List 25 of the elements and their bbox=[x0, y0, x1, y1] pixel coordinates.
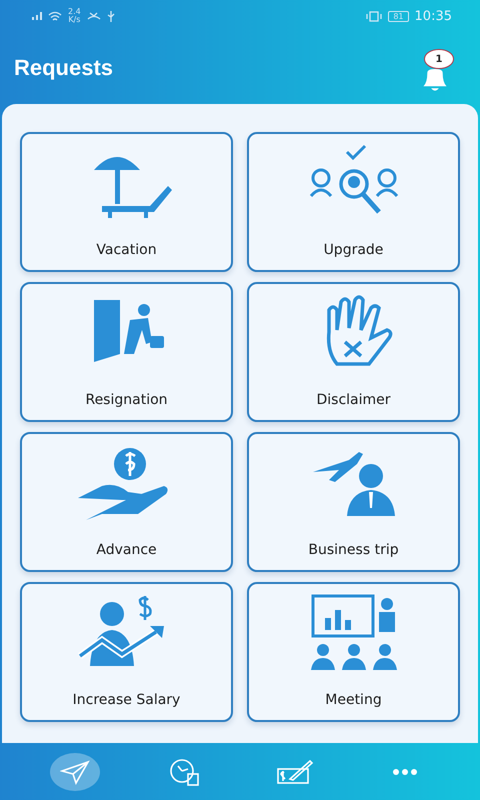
usb-icon bbox=[106, 10, 115, 22]
request-card[interactable]: Vacation bbox=[20, 132, 233, 272]
wifi-icon bbox=[48, 10, 62, 22]
request-card[interactable]: Upgrade bbox=[247, 132, 460, 272]
request-card[interactable]: Resignation bbox=[20, 282, 233, 422]
status-time: 10:35 bbox=[414, 8, 452, 24]
request-card[interactable]: Disclaimer bbox=[247, 282, 460, 422]
request-card[interactable]: Advance bbox=[20, 432, 233, 572]
missed-call-icon bbox=[86, 11, 101, 21]
battery-level: 81 bbox=[388, 10, 409, 22]
signal-icon bbox=[32, 12, 42, 20]
more-icon bbox=[392, 768, 418, 776]
network-speed-unit: K/s bbox=[68, 16, 80, 24]
notification-badge: 1 bbox=[424, 49, 454, 69]
bell-icon[interactable] bbox=[423, 69, 447, 93]
request-card[interactable]: Increase Salary bbox=[20, 582, 233, 722]
request-card[interactable]: Meeting bbox=[247, 582, 460, 722]
clock-calculator-icon bbox=[168, 758, 202, 786]
page-title: Requests bbox=[14, 55, 114, 81]
paper-plane-icon bbox=[60, 758, 90, 784]
network-speed: 2.4 bbox=[68, 8, 81, 16]
vibrate-icon bbox=[366, 10, 382, 22]
request-card[interactable]: Business trip bbox=[247, 432, 460, 572]
nav-tab[interactable] bbox=[50, 752, 100, 790]
cheque-pen-icon bbox=[276, 758, 314, 784]
